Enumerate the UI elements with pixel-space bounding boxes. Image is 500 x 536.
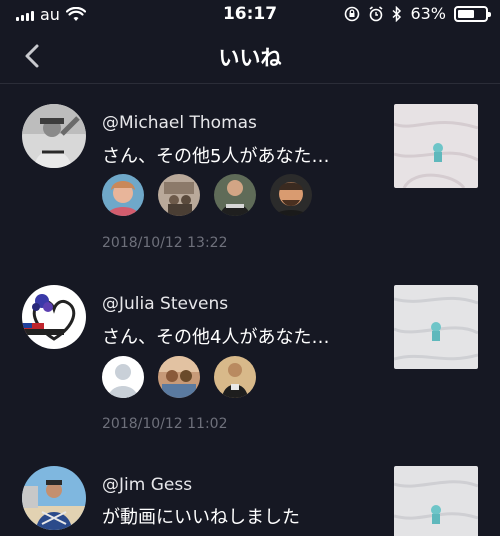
liker-avatar[interactable] [102,356,144,398]
notification-text: さん、その他5人があなた… [102,146,330,167]
avatar[interactable] [22,466,86,530]
status-bar: au 16:17 63% [0,0,500,28]
battery-percent: 63% [410,4,446,23]
notification-text: さん、その他4人があなた… [102,327,330,348]
video-thumbnail[interactable] [394,104,478,188]
list-item[interactable]: @Jim Gess が動画にいいねしました [0,456,500,536]
status-right: 63% [344,4,491,23]
battery-icon [454,5,491,22]
alarm-icon [369,5,383,21]
liker-avatars [102,356,256,398]
battery-fill [458,9,474,18]
bluetooth-icon [392,5,402,22]
rotation-lock-icon [345,6,360,21]
liker-avatar[interactable] [158,356,200,398]
list-item[interactable]: @Michael Thomas さん、その他5人があなた… 2018/10/12… [0,84,500,270]
username[interactable]: @Julia Stevens [102,294,228,314]
liker-avatar[interactable] [214,356,256,398]
notification-text: が動画にいいねしました [102,507,300,528]
list-item[interactable]: @Julia Stevens さん、その他4人があなた… 2018/10/12 … [0,270,500,456]
avatar[interactable] [22,104,86,168]
timestamp: 2018/10/12 11:02 [102,416,228,432]
video-thumbnail[interactable] [394,466,478,536]
liker-avatar[interactable] [158,174,200,216]
liker-avatars [102,174,312,216]
username[interactable]: @Michael Thomas [102,113,257,133]
page-title: いいね [218,46,282,70]
video-thumbnail[interactable] [394,285,478,369]
liker-avatar[interactable] [270,174,312,216]
avatar[interactable] [22,285,86,349]
liker-avatar[interactable] [102,174,144,216]
liker-avatar[interactable] [214,174,256,216]
username[interactable]: @Jim Gess [102,475,192,495]
nav-bar: いいね [0,28,500,84]
timestamp: 2018/10/12 13:22 [102,235,228,251]
